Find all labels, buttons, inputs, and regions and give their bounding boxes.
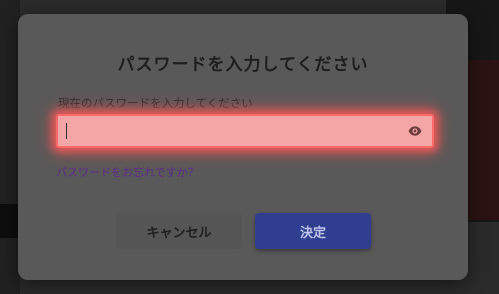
cancel-button[interactable]: キャンセル bbox=[116, 213, 242, 249]
password-dialog: パスワードを入力してください 現在のパスワードを入力してください パスワードをお… bbox=[18, 14, 468, 280]
text-caret bbox=[66, 123, 67, 139]
password-field-label: 現在のパスワードを入力してください bbox=[58, 96, 253, 110]
forgot-password-link[interactable]: パスワードをお忘れですか？ bbox=[56, 164, 199, 180]
eye-icon[interactable] bbox=[408, 124, 422, 138]
password-input[interactable] bbox=[66, 120, 396, 142]
dialog-title: パスワードを入力してください bbox=[117, 55, 369, 75]
password-input-container[interactable] bbox=[56, 114, 434, 148]
ok-button[interactable]: 決定 bbox=[255, 213, 371, 249]
